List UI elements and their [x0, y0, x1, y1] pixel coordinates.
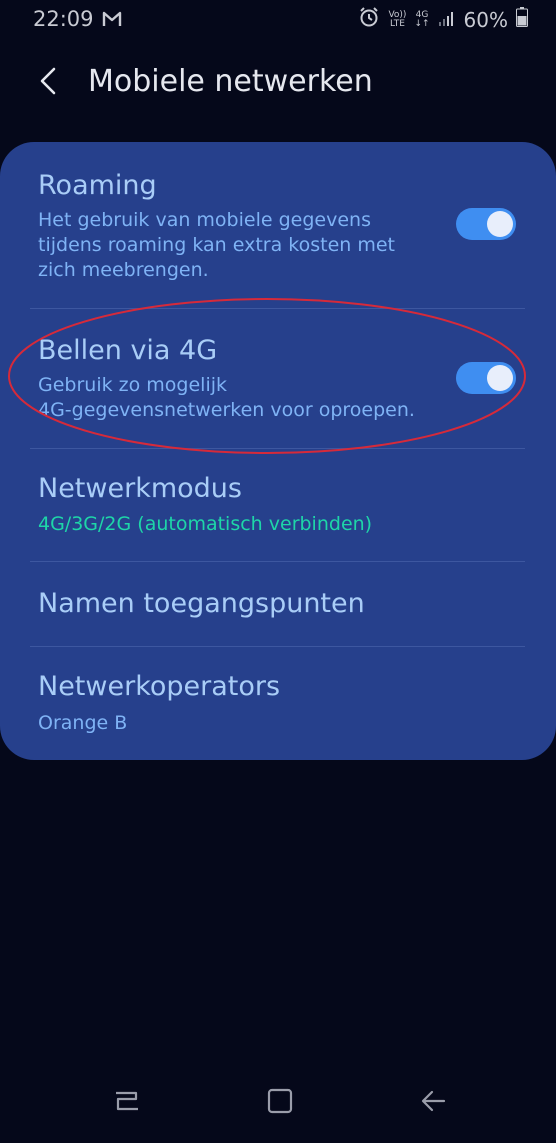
setting-title: Bellen via 4G [38, 335, 218, 366]
volte-bottom-label: LTE [389, 18, 405, 29]
navigation-bar [0, 1059, 556, 1143]
network-type-indicator: 4G ↓↑ [414, 10, 430, 29]
recent-apps-icon[interactable] [106, 1081, 146, 1121]
settings-card: Roaming Het gebruik van mobiele gegevens… [0, 142, 556, 760]
toggle-knob [487, 211, 513, 237]
data-arrows-icon: ↓↑ [414, 18, 430, 29]
setting-network-operators[interactable]: Netwerkoperators Orange B [0, 647, 556, 760]
screen: 22:09 Vo)) LTE 4G ↓↑ 60% Mobiele netwerk… [0, 0, 556, 1143]
setting-subtitle: 4G/3G/2G (automatisch verbinden) [38, 513, 373, 535]
status-icons: Vo)) LTE 4G ↓↑ 60% [358, 6, 528, 33]
battery-icon [516, 7, 528, 32]
volte-indicator: Vo)) LTE [388, 10, 406, 29]
status-time: 22:09 [33, 7, 94, 31]
setting-network-mode[interactable]: Netwerkmodus 4G/3G/2G (automatisch verbi… [0, 449, 556, 561]
home-icon[interactable] [260, 1081, 300, 1121]
alarm-icon [358, 6, 380, 33]
setting-title: Roaming [38, 170, 157, 201]
setting-title: Netwerkoperators [38, 671, 281, 702]
app-header: Mobiele netwerken [0, 56, 556, 108]
setting-subtitle: Het gebruik van mobiele gegevens tijdens… [38, 209, 395, 281]
setting-subtitle: Orange B [38, 712, 128, 734]
toggle-knob [487, 365, 513, 391]
setting-title: Netwerkmodus [38, 473, 242, 504]
page-title: Mobiele netwerken [88, 64, 373, 99]
setting-title: Namen toegangspunten [38, 588, 365, 619]
chevron-left-icon[interactable] [36, 66, 62, 96]
setting-volte-calling[interactable]: Bellen via 4G Gebruik zo mogelijk 4G-geg… [0, 309, 556, 448]
setting-subtitle: Gebruik zo mogelijk 4G-gegevensnetwerken… [38, 374, 415, 421]
setting-access-point-names[interactable]: Namen toegangspunten [0, 562, 556, 646]
setting-roaming[interactable]: Roaming Het gebruik van mobiele gegevens… [0, 142, 556, 308]
roaming-toggle[interactable] [456, 208, 516, 240]
signal-icon [438, 8, 456, 32]
back-arrow-icon[interactable] [414, 1081, 454, 1121]
gmail-icon [102, 9, 122, 27]
battery-percentage: 60% [463, 7, 508, 32]
status-bar: 22:09 Vo)) LTE 4G ↓↑ 60% [0, 0, 556, 40]
volte-calling-toggle[interactable] [456, 362, 516, 394]
